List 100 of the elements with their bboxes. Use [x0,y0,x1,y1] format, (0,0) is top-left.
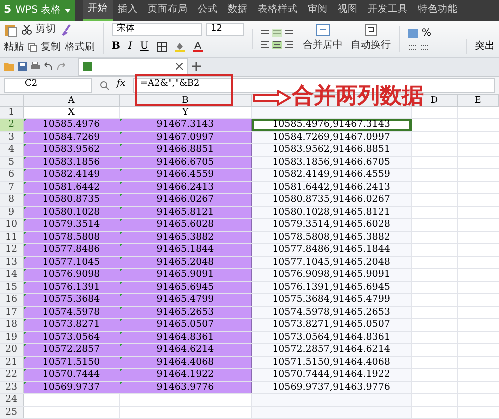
menu-tab[interactable]: 页面布局 [143,0,194,21]
row-number[interactable]: 12 [0,244,24,256]
undo-icon[interactable] [44,62,53,72]
table-cell: 91465.1844 [120,244,252,256]
row-number[interactable]: 3 [0,132,24,143]
row-number[interactable]: 5 [0,156,24,168]
table-cell: 10582.4149,91466.4559 [252,169,412,180]
table-cell: 91466.4559 [120,169,252,180]
menu-tab[interactable]: 审阅 [303,0,334,21]
row-number[interactable]: 13 [0,256,24,268]
save-icon[interactable] [18,62,27,72]
fill-color-icon[interactable] [174,42,185,52]
table-cell: 91465.9091 [120,269,252,280]
menu-tab[interactable]: 表格样式 [253,0,304,21]
table-cell: 91467.3143 [120,119,252,130]
cut-button[interactable]: 剪切 [36,22,56,38]
font-dropdown[interactable]: 宋体 [112,23,202,36]
table-cell: 10574.5978,91465.2653 [252,306,412,318]
table-cell: 10573.8271,91465.0507 [252,319,412,330]
row-number[interactable]: 2 [0,119,24,130]
merge-center-button[interactable]: 合并居中 [303,38,343,54]
number-format-icon[interactable] [408,28,418,38]
wrap-text-icon[interactable] [365,24,377,36]
wps-app-button[interactable]: 5 WPS 表格 [0,0,76,21]
menu-tab[interactable]: 视图 [333,0,364,21]
table-cell: 10580.8735 [24,194,120,206]
row-number[interactable]: 23 [0,382,24,393]
row-number[interactable]: 19 [0,332,24,343]
row-number[interactable]: 17 [0,306,24,318]
table-cell: 10580.8735,91466.0267 [252,194,412,206]
table-cell: 91467.0997 [120,132,252,143]
menu-tab[interactable]: 公式 [193,0,224,21]
dropdown-icon [65,8,72,12]
column-header[interactable]: E [458,94,499,106]
row-number[interactable]: 6 [0,169,24,180]
row-number[interactable]: 18 [0,319,24,330]
table-cell: 10585.4976,91467.3143 [252,119,412,130]
row-number[interactable]: 4 [0,144,24,156]
table-cell: 10576.9098,91465.9091 [252,269,412,280]
percent-button[interactable]: % [422,26,432,41]
row-number[interactable]: 9 [0,206,24,218]
app-name: WPS 表格 [16,4,62,18]
menu-tab[interactable]: 开发工具 [363,0,414,21]
row-number[interactable]: 22 [0,369,24,380]
row-number[interactable]: 16 [0,294,24,306]
table-cell: X [24,106,120,118]
align-top-icons[interactable] [261,28,295,37]
table-cell: 10583.9562,91466.8851 [252,144,412,156]
table-cell: 10581.6442 [24,182,120,193]
copy-icon[interactable] [28,43,37,52]
fx-label[interactable]: fx [117,78,126,92]
decimal-icons[interactable] [408,44,430,52]
row-number[interactable]: 20 [0,344,24,356]
add-tab-icon[interactable] [192,62,201,72]
font-size-dropdown[interactable]: 12 [206,23,244,36]
format-painter-button[interactable]: 格式刷 [65,40,95,56]
row-number[interactable]: 8 [0,194,24,206]
zoom-icon[interactable] [100,80,109,90]
merge-cells-icon[interactable] [316,24,330,36]
table-cell: 10583.1856 [24,156,120,168]
row-number[interactable]: 25 [0,406,24,418]
paste-button[interactable]: 粘贴 [4,40,24,56]
bold-button[interactable]: B [112,39,120,54]
scissors-icon[interactable] [22,24,32,35]
name-box[interactable]: C2 [4,78,92,93]
row-number[interactable]: 14 [0,269,24,280]
copy-button[interactable]: 复制 [41,40,61,56]
menu-tab[interactable]: 数据 [223,0,254,21]
border-icon[interactable] [156,42,167,52]
table-cell: 91464.1922 [120,369,252,380]
italic-button[interactable]: I [128,39,132,54]
table-cell: 10578.5808,91465.3882 [252,232,412,243]
error-marker-icon [120,119,123,122]
table-cell: 10575.3684 [24,294,120,306]
menu-tab[interactable]: 特色功能 [413,0,464,21]
document-tab[interactable] [78,58,188,76]
table-cell: 10579.3514,91465.6028 [252,219,412,230]
app-logo: 5 [4,2,12,18]
table-cell: 10580.1028,91465.8121 [252,206,412,218]
align-center-icons[interactable] [261,40,295,49]
row-number[interactable]: 1 [0,106,24,118]
highlight-button[interactable]: 突出 [466,38,495,54]
print-icon[interactable] [31,62,40,72]
row-number[interactable]: 7 [0,182,24,193]
row-number[interactable]: 21 [0,356,24,368]
menu-tab[interactable]: 插入 [113,0,144,21]
table-cell: 10575.3684,91465.4799 [252,294,412,306]
font-color-icon[interactable] [192,42,203,52]
row-number[interactable]: 10 [0,219,24,230]
table-cell: 91465.0507 [120,319,252,330]
row-number[interactable]: 11 [0,232,24,243]
wrap-text-button[interactable]: 自动换行 [351,38,391,54]
brush-icon[interactable] [60,24,72,36]
row-number[interactable]: 15 [0,282,24,293]
underline-button[interactable]: U [140,39,149,54]
menu-tab[interactable]: 开始 [83,0,114,21]
close-icon[interactable] [176,63,183,70]
table-cell: 10571.5150 [24,356,120,368]
row-number[interactable]: 24 [0,394,24,406]
column-header[interactable]: A [24,94,120,106]
